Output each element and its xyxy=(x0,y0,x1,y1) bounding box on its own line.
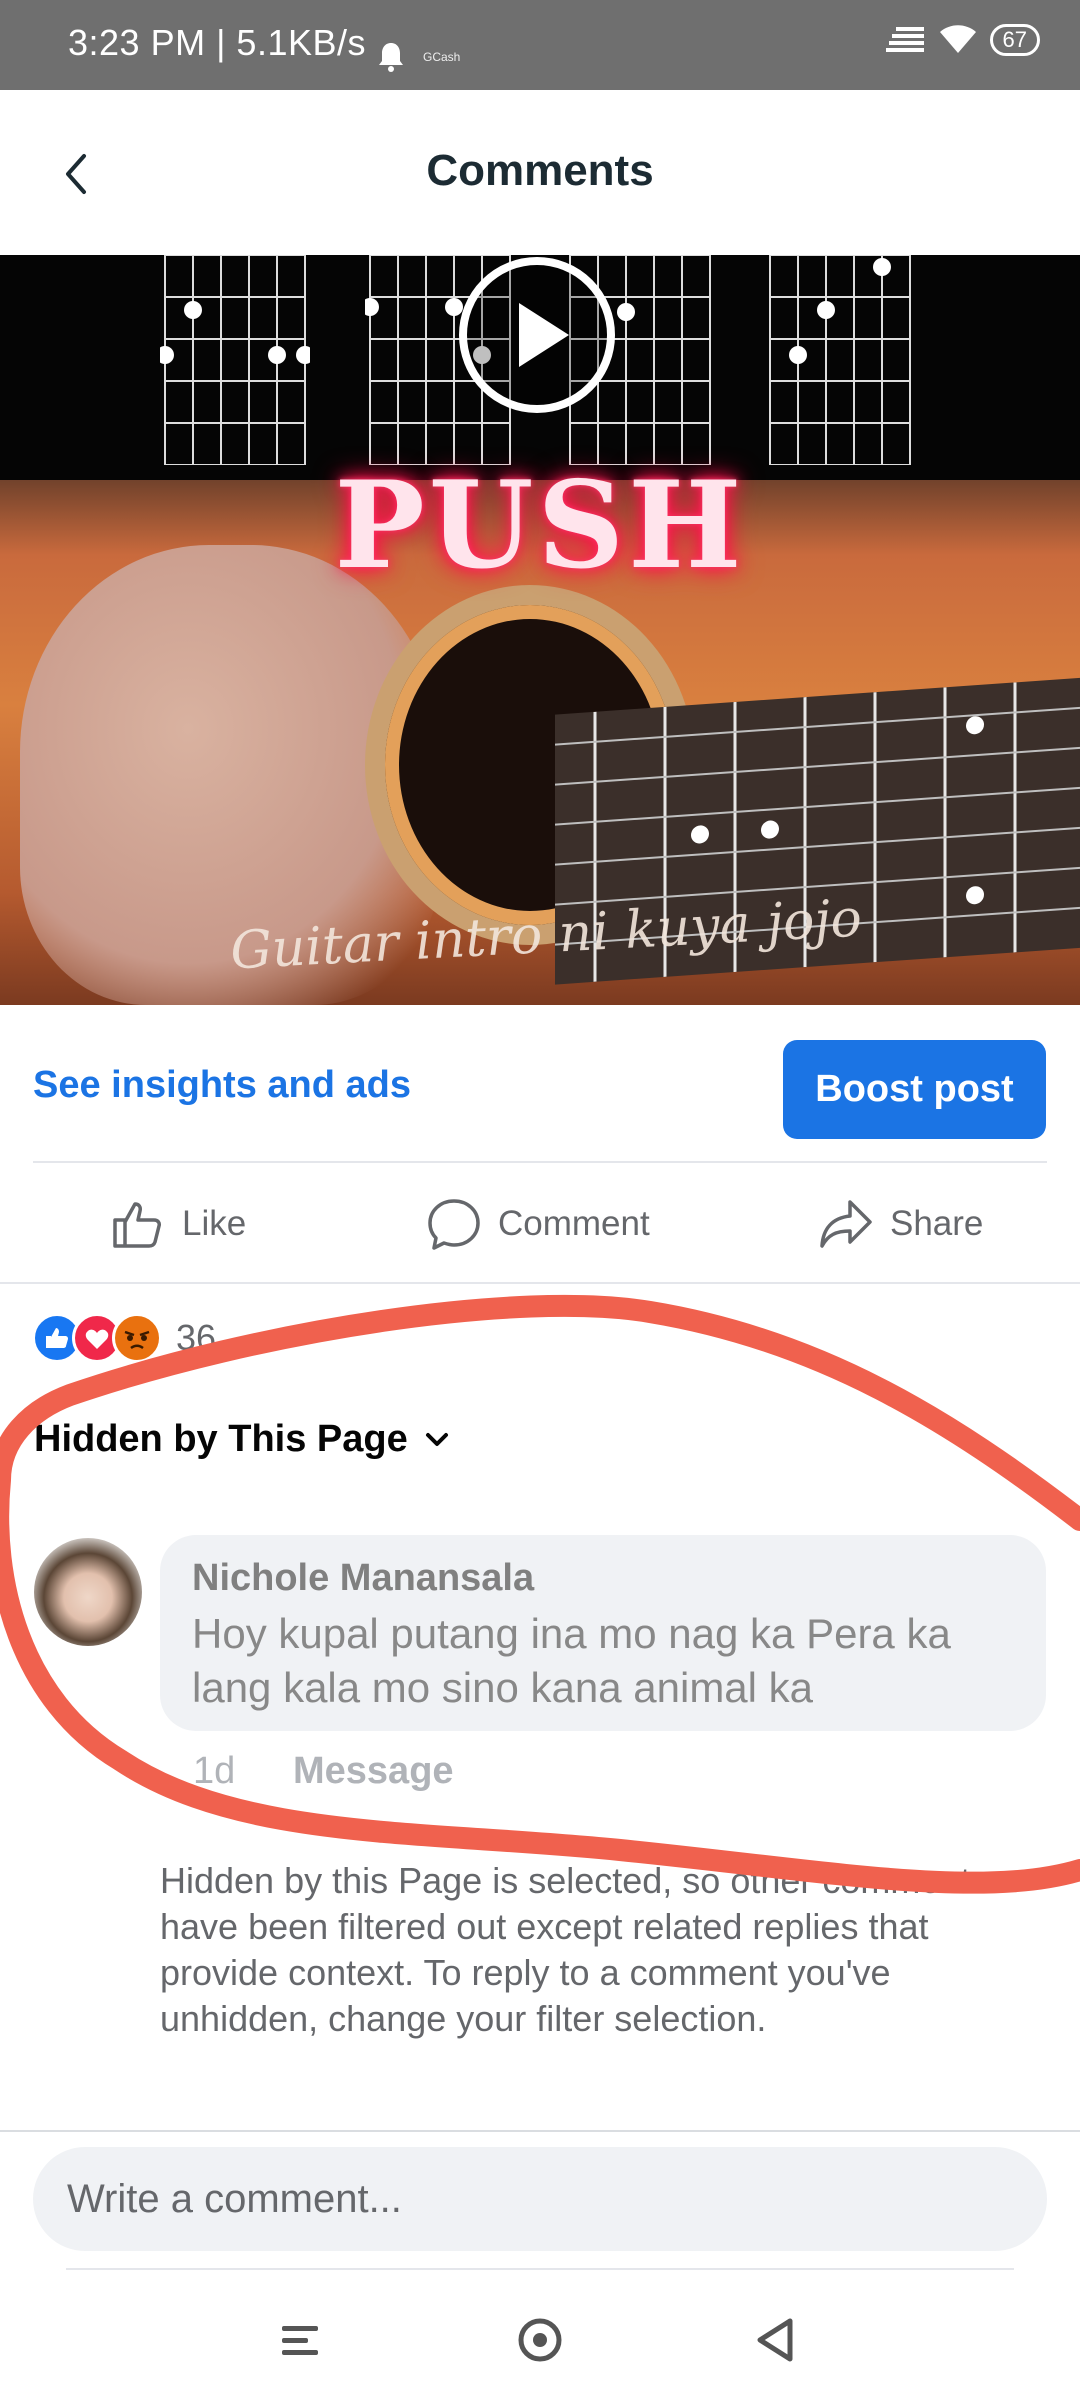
divider xyxy=(66,2268,1014,2270)
home-button[interactable] xyxy=(500,2300,580,2380)
message-link[interactable]: Message xyxy=(293,1750,454,1793)
see-insights-link[interactable]: See insights and ads xyxy=(33,1064,411,1107)
like-label: Like xyxy=(182,1204,247,1243)
chord-diagram xyxy=(160,255,310,465)
comment-text: Hoy kupal putang ina mo nag ka Pera ka l… xyxy=(192,1610,951,1711)
status-icons: 67 xyxy=(885,24,1040,56)
reactions-summary[interactable]: 36 xyxy=(32,1310,216,1366)
play-icon[interactable] xyxy=(457,255,617,415)
header: Comments xyxy=(0,90,1080,255)
signal-icon xyxy=(885,27,924,52)
chevron-down-icon xyxy=(425,1432,448,1446)
menu-icon xyxy=(282,2326,318,2355)
status-time: 3:23 PM | 5.1KB/s xyxy=(68,22,366,63)
boost-post-button[interactable]: Boost post xyxy=(783,1040,1046,1139)
comment-author[interactable]: Nichole Manansala xyxy=(192,1557,534,1600)
system-back-button[interactable] xyxy=(737,2300,817,2380)
home-circle-icon xyxy=(518,2318,562,2362)
share-label: Share xyxy=(890,1204,984,1243)
divider xyxy=(0,1282,1080,1284)
comment-input[interactable] xyxy=(33,2147,1047,2251)
share-arrow-icon xyxy=(820,1200,872,1248)
angry-reaction-icon xyxy=(112,1313,162,1363)
page-title: Comments xyxy=(426,146,654,195)
video-overlay-title: PUSH xyxy=(334,455,746,596)
status-bar: 3:23 PM | 5.1KB/s GCash 67 xyxy=(0,0,1080,90)
recent-apps-button[interactable] xyxy=(262,2300,342,2380)
comment-filter-dropdown[interactable]: Hidden by This Page xyxy=(34,1418,452,1461)
comment-timestamp: 1d xyxy=(193,1750,236,1792)
wifi-icon xyxy=(939,25,976,53)
gcash-notification-label: GCash xyxy=(423,50,461,64)
chord-diagram xyxy=(769,255,911,465)
filter-info-text: Hidden by this Page is selected, so othe… xyxy=(160,1860,989,2039)
battery-indicator: 67 xyxy=(989,24,1040,56)
divider xyxy=(0,2130,1080,2132)
video-thumbnail[interactable]: PUSH Guitar intro ni kuya jojo xyxy=(0,255,1080,1005)
comment-bubble[interactable]: Nichole Manansala Hoy kupal putang ina m… xyxy=(160,1535,1046,1731)
reaction-count: 36 xyxy=(176,1317,217,1358)
thumbs-up-icon xyxy=(113,1202,161,1248)
back-arrow-icon[interactable] xyxy=(52,146,102,202)
avatar[interactable] xyxy=(34,1538,142,1646)
divider xyxy=(33,1161,1047,1163)
comment-bubble-icon xyxy=(428,1199,480,1250)
filter-label: Hidden by This Page xyxy=(34,1418,408,1460)
like-button[interactable]: Like xyxy=(110,1194,246,1254)
back-triangle-icon xyxy=(757,2318,793,2362)
share-button[interactable]: Share xyxy=(818,1194,983,1254)
comment-label: Comment xyxy=(498,1204,650,1243)
comment-button[interactable]: Comment xyxy=(426,1194,650,1254)
bell-icon xyxy=(379,43,403,72)
